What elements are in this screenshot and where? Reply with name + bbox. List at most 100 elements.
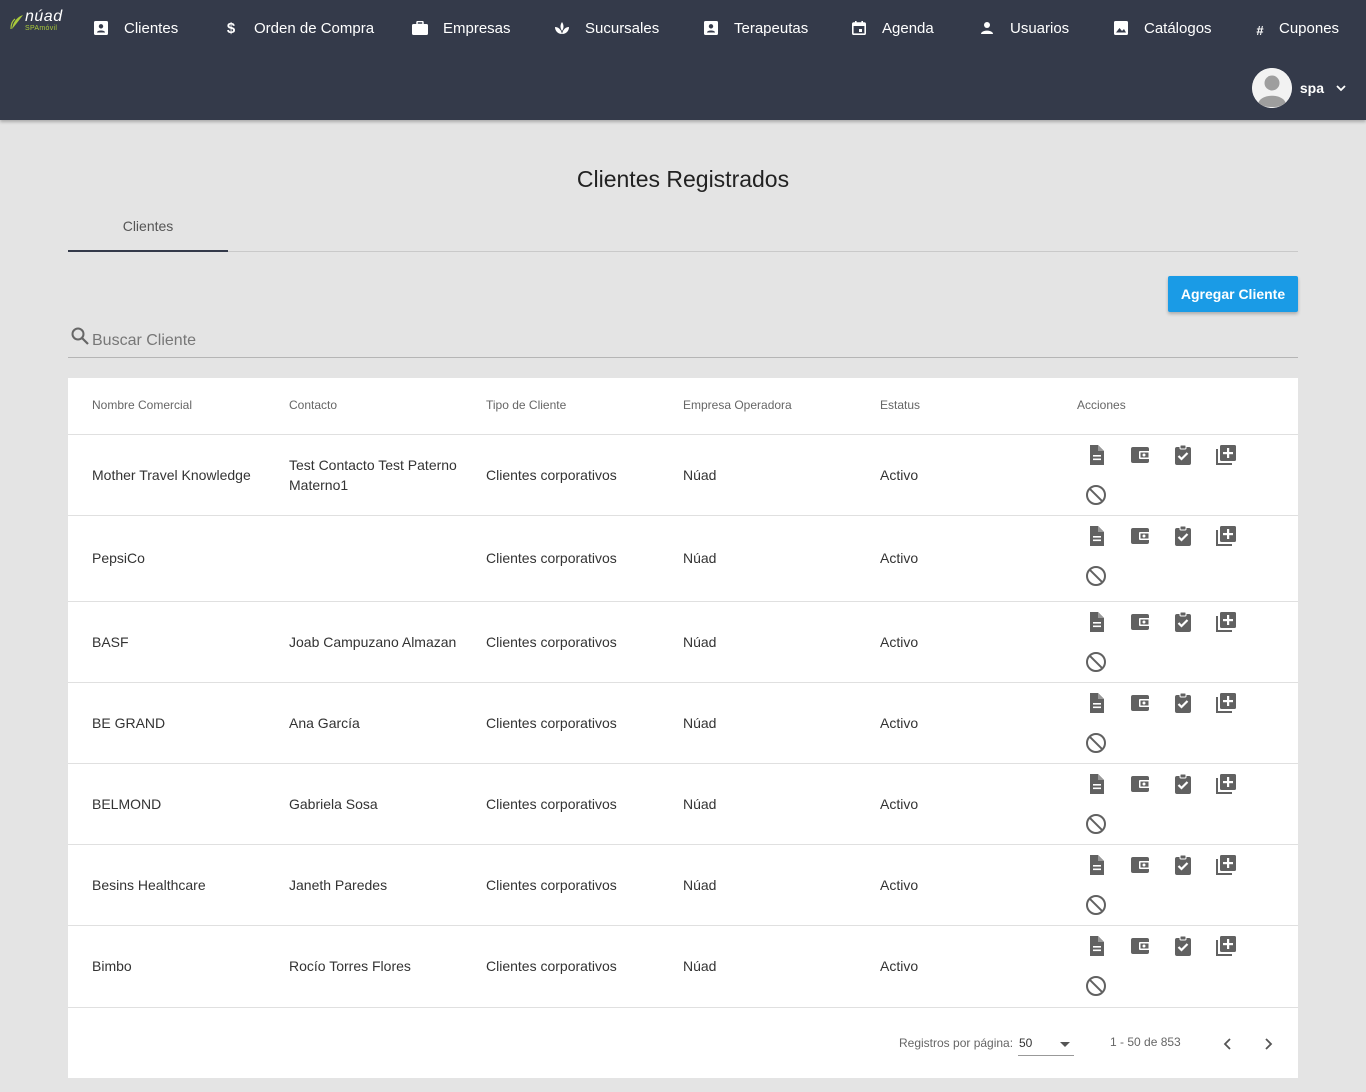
library-add-icon[interactable] — [1214, 610, 1238, 634]
document-icon[interactable] — [1084, 610, 1108, 634]
cell-estatus: Activo — [880, 714, 919, 731]
clipboard-check-icon[interactable] — [1171, 691, 1195, 715]
rows-per-page-select[interactable]: 50 — [1018, 1032, 1074, 1056]
column-header-estatus[interactable]: Estatus — [880, 398, 920, 412]
cell-contacto: Ana García — [289, 714, 360, 731]
table-row[interactable]: BASF Joab Campuzano Almazan Clientes corpo… — [68, 602, 1298, 683]
table-row[interactable]: Bimbo Rocío Torres Flores Clientes corpora… — [68, 926, 1298, 1008]
nav-item-usuarios[interactable]: Usuarios — [978, 16, 1069, 40]
nav-item-cupones[interactable]: # Cupones — [1251, 16, 1339, 40]
block-icon[interactable] — [1084, 483, 1108, 507]
cell-tipo: Clientes corporativos — [486, 795, 617, 812]
column-header-empresa[interactable]: Empresa Operadora — [683, 398, 792, 412]
nav-label: Orden de Compra — [254, 19, 375, 37]
search-input[interactable] — [92, 330, 1272, 352]
nav-item-terapeutas[interactable]: Terapeutas — [702, 16, 808, 40]
nav-item-sucursales[interactable]: Sucursales — [553, 16, 659, 40]
table-row[interactable]: PepsiCo Clientes corporativos Núad Activo — [68, 516, 1298, 602]
column-header-nombre[interactable]: Nombre Comercial — [92, 398, 192, 412]
column-header-tipo[interactable]: Tipo de Cliente — [486, 398, 566, 412]
block-icon[interactable] — [1084, 812, 1108, 836]
table-row[interactable]: BE GRAND Ana García Clientes corporativos N… — [68, 683, 1298, 764]
contact-card-icon — [92, 19, 110, 37]
table-row[interactable]: BELMOND Gabriela Sosa Clientes corporativo… — [68, 764, 1298, 845]
cell-nombre: Besins Healthcare — [92, 876, 206, 893]
page-title: Clientes Registrados — [576, 166, 790, 192]
nav-label: Sucursales — [585, 19, 660, 37]
image-icon — [1112, 19, 1130, 37]
library-add-icon[interactable] — [1214, 524, 1238, 548]
user-name: spa — [1299, 80, 1324, 96]
block-icon[interactable] — [1084, 893, 1108, 917]
column-header-acciones: Acciones — [1077, 398, 1126, 412]
library-add-icon[interactable] — [1214, 772, 1238, 796]
cell-nombre: Bimbo — [92, 958, 132, 974]
hash-icon: # — [1256, 22, 1264, 38]
document-icon[interactable] — [1084, 934, 1108, 958]
block-icon[interactable] — [1084, 650, 1108, 674]
clipboard-check-icon[interactable] — [1171, 934, 1195, 958]
clipboard-check-icon[interactable] — [1171, 772, 1195, 796]
clipboard-check-icon[interactable] — [1171, 524, 1195, 548]
column-header-contacto[interactable]: Contacto — [289, 398, 337, 412]
cell-nombre: BELMOND — [92, 795, 162, 812]
cell-empresa: Núad — [683, 466, 717, 483]
nav-item-agenda[interactable]: Agenda — [850, 16, 934, 40]
nav-label: Agenda — [882, 19, 934, 37]
block-icon[interactable] — [1084, 974, 1108, 998]
cell-estatus: Activo — [880, 795, 919, 812]
table-header: Nombre Comercial Contacto Tipo de Client… — [68, 378, 1298, 435]
wallet-icon[interactable] — [1128, 443, 1152, 467]
nav-item-clientes[interactable]: Clientes — [92, 16, 178, 40]
wallet-icon[interactable] — [1128, 934, 1152, 958]
table-row[interactable]: Mother Travel Knowledge Test Contacto Tes… — [68, 435, 1298, 516]
cell-tipo: Clientes corporativos — [486, 466, 617, 483]
document-icon[interactable] — [1084, 691, 1108, 715]
add-client-button[interactable]: Agregar Cliente — [1168, 276, 1298, 312]
main-nav: Clientes $ Orden de Compra Empresas Sucu… — [0, 0, 1366, 56]
cell-estatus: Activo — [880, 550, 919, 566]
cell-tipo: Clientes corporativos — [486, 958, 617, 974]
calendar-icon — [850, 19, 868, 37]
wallet-icon[interactable] — [1128, 853, 1152, 877]
cell-estatus: Activo — [880, 958, 919, 974]
nav-label: Catálogos — [1144, 19, 1212, 37]
library-add-icon[interactable] — [1214, 443, 1238, 467]
clipboard-check-icon[interactable] — [1171, 610, 1195, 634]
contact-card-icon — [702, 19, 720, 37]
nav-item-empresas[interactable]: Empresas — [411, 16, 511, 40]
library-add-icon[interactable] — [1214, 853, 1238, 877]
nav-label: Terapeutas — [734, 19, 809, 37]
wallet-icon[interactable] — [1128, 524, 1152, 548]
cell-tipo: Clientes corporativos — [486, 633, 617, 650]
library-add-icon[interactable] — [1214, 691, 1238, 715]
clipboard-check-icon[interactable] — [1171, 853, 1195, 877]
table-row[interactable]: Besins Healthcare Janeth Paredes Clientes … — [68, 845, 1298, 926]
nav-label: Empresas — [443, 19, 511, 37]
cell-empresa: Núad — [683, 714, 717, 731]
tab-bar: Clientes — [68, 204, 1298, 252]
wallet-icon[interactable] — [1128, 691, 1152, 715]
tab-clientes[interactable]: Clientes — [68, 204, 228, 252]
document-icon[interactable] — [1084, 443, 1108, 467]
user-menu[interactable]: spa — [1251, 68, 1346, 108]
nav-item-orden-de-compra[interactable]: $ Orden de Compra — [222, 16, 374, 40]
clipboard-check-icon[interactable] — [1171, 443, 1195, 467]
nav-item-catalogos[interactable]: Catálogos — [1112, 16, 1212, 40]
next-page-button[interactable] — [1254, 1030, 1282, 1058]
document-icon[interactable] — [1084, 772, 1108, 796]
cell-nombre: BASF — [92, 633, 129, 650]
wallet-icon[interactable] — [1128, 772, 1152, 796]
briefcase-icon — [411, 19, 429, 37]
cell-nombre: PepsiCo — [92, 550, 145, 566]
library-add-icon[interactable] — [1214, 934, 1238, 958]
document-icon[interactable] — [1084, 853, 1108, 877]
cell-estatus: Activo — [880, 633, 919, 650]
document-icon[interactable] — [1084, 524, 1108, 548]
chevron-right-icon — [1265, 1038, 1273, 1050]
wallet-icon[interactable] — [1128, 610, 1152, 634]
block-icon[interactable] — [1084, 564, 1108, 588]
chevron-left-icon — [1223, 1038, 1231, 1050]
prev-page-button[interactable] — [1214, 1030, 1242, 1058]
block-icon[interactable] — [1084, 731, 1108, 755]
